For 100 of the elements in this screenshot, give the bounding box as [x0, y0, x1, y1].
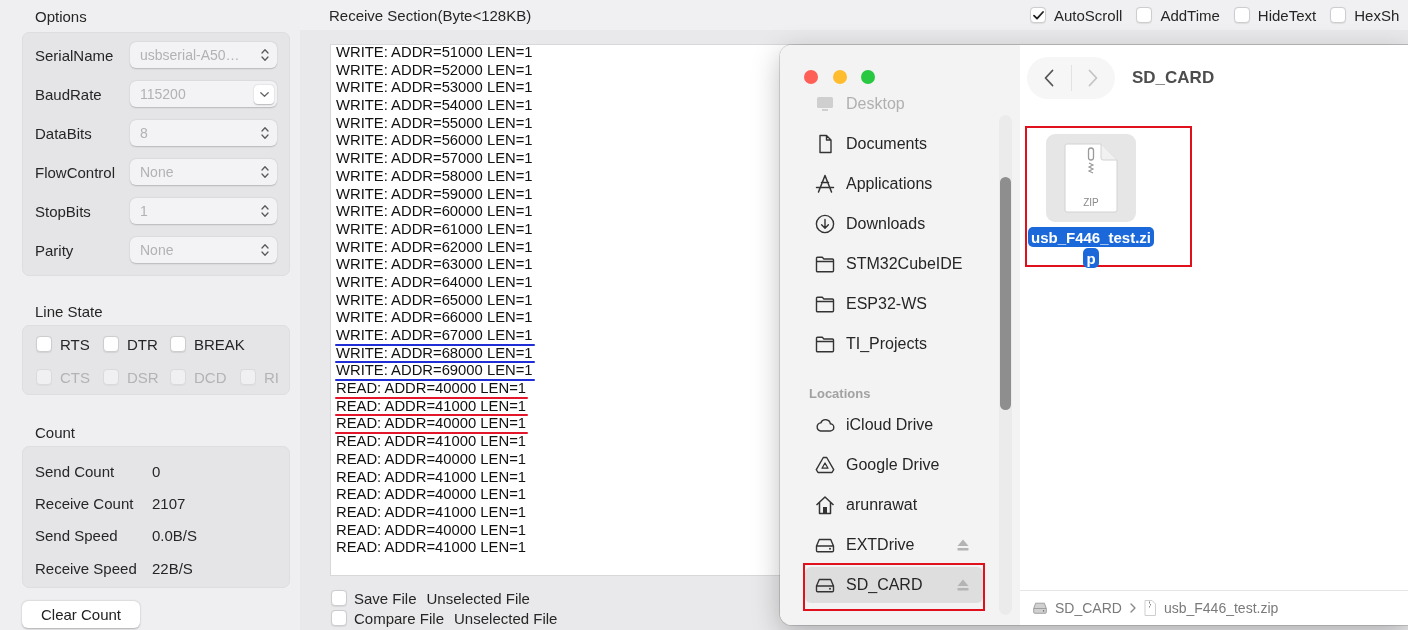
- log-line: READ: ADDR=40000 LEN=1: [336, 522, 526, 539]
- log-line: WRITE: ADDR=55000 LEN=1: [336, 115, 533, 132]
- file-status: Unselected File: [426, 589, 530, 607]
- updown-chevron-icon: [261, 204, 269, 218]
- checkbox[interactable]: [1030, 7, 1046, 23]
- section-title: Count: [35, 423, 77, 443]
- zip-file-icon: [1143, 600, 1156, 616]
- sidebar-item[interactable]: STM32CubeIDE: [805, 246, 983, 282]
- section-title: Options: [35, 7, 88, 27]
- updown-chevron-icon: [261, 243, 269, 257]
- scrollbar-thumb[interactable]: [1000, 177, 1011, 410]
- download-icon: [815, 214, 835, 234]
- log-line: READ: ADDR=41000 LEN=1: [336, 540, 526, 556]
- sidebar-item[interactable]: EXTDrive: [805, 527, 983, 563]
- log-line: WRITE: ADDR=68000 LEN=1: [336, 345, 533, 362]
- sidebar-item[interactable]: Documents: [805, 126, 983, 162]
- field-label: StopBits: [35, 202, 92, 220]
- count-value: 0.0B/S: [152, 527, 198, 545]
- log-line: READ: ADDR=40000 LEN=1: [336, 451, 526, 468]
- file-status: Unselected File: [454, 609, 558, 627]
- log-line: READ: ADDR=40000 LEN=1: [336, 381, 526, 397]
- display-icon: [815, 94, 835, 114]
- log-line: READ: ADDR=41000 LEN=1: [336, 434, 526, 450]
- log-line: WRITE: ADDR=62000 LEN=1: [336, 239, 533, 256]
- scrollbar-track[interactable]: [999, 115, 1012, 615]
- log-line: WRITE: ADDR=54000 LEN=1: [336, 98, 533, 114]
- updown-chevron-icon: [261, 165, 269, 179]
- checkbox-label: Compare File: [354, 609, 445, 627]
- sidebar-item[interactable]: ESP32-WS: [805, 286, 983, 322]
- log-line: WRITE: ADDR=56000 LEN=1: [336, 133, 533, 150]
- path-segment[interactable]: SD_CARD: [1033, 600, 1122, 616]
- sidebar-item[interactable]: SD_CARD: [805, 567, 983, 603]
- checkbox[interactable]: [103, 336, 119, 352]
- log-line: WRITE: ADDR=64000 LEN=1: [336, 274, 533, 291]
- count-label: Send Speed: [35, 527, 119, 545]
- checkmark-icon: [1032, 10, 1044, 20]
- log-line: WRITE: ADDR=69000 LEN=1: [336, 363, 533, 380]
- sidebar-item[interactable]: Downloads: [805, 206, 983, 242]
- count-label: Send Count: [35, 462, 116, 480]
- count-value: 22B/S: [152, 559, 193, 577]
- checkbox[interactable]: [36, 336, 52, 352]
- log-line: WRITE: ADDR=65000 LEN=1: [336, 292, 533, 309]
- log-line: WRITE: ADDR=60000 LEN=1: [336, 204, 533, 220]
- chevron-left-icon: [1043, 69, 1054, 87]
- eject-icon[interactable]: [957, 539, 969, 551]
- log-line: READ: ADDR=41000 LEN=1: [336, 398, 526, 415]
- minimize-button-icon[interactable]: [832, 70, 847, 84]
- count-label: Receive Count: [35, 494, 135, 512]
- sidebar-item[interactable]: Applications: [805, 166, 983, 202]
- sidebar-item[interactable]: iCloud Drive: [805, 407, 983, 443]
- field-label: SerialName: [35, 46, 115, 64]
- log-line: WRITE: ADDR=66000 LEN=1: [336, 310, 533, 326]
- checkbox[interactable]: [331, 590, 347, 606]
- folder-title: SD_CARD: [1132, 68, 1215, 88]
- close-button-icon[interactable]: [804, 70, 818, 84]
- zip-file-icon[interactable]: ZIP: [1046, 134, 1136, 222]
- triangle-icon: [815, 455, 835, 475]
- checkbox-label: AddTime: [1160, 6, 1220, 24]
- field-label: DataBits: [35, 124, 93, 142]
- sidebar-item[interactable]: Google Drive: [805, 447, 983, 483]
- checkbox-label: DTR: [127, 335, 158, 353]
- section-title: Line State: [35, 302, 104, 322]
- log-line: READ: ADDR=41000 LEN=1: [336, 504, 526, 521]
- log-line: READ: ADDR=41000 LEN=1: [336, 469, 526, 486]
- checkbox-label: AutoScroll: [1054, 6, 1123, 24]
- sidebar-section-header: Locations: [809, 385, 872, 403]
- eject-icon[interactable]: [957, 579, 969, 591]
- log-line: WRITE: ADDR=59000 LEN=1: [336, 186, 533, 203]
- checkbox-label: HexSh: [1354, 6, 1400, 24]
- house-icon: [815, 495, 835, 515]
- checkbox[interactable]: [1330, 7, 1347, 23]
- field-label: Parity: [35, 241, 75, 259]
- sidebar-item[interactable]: TI_Projects: [805, 326, 983, 362]
- chevron-down-icon: [259, 91, 269, 97]
- file-name[interactable]: usb_F446_test.zip: [1027, 226, 1155, 268]
- log-line: READ: ADDR=40000 LEN=1: [336, 416, 526, 433]
- field-label: FlowControl: [35, 163, 117, 181]
- checkbox[interactable]: [331, 610, 347, 626]
- checkbox-label: HideText: [1257, 6, 1317, 24]
- checkbox[interactable]: [170, 336, 186, 352]
- path-segment[interactable]: usb_F446_test.zip: [1143, 600, 1279, 616]
- sidebar-item[interactable]: arunrawat: [805, 487, 983, 523]
- zoom-button-icon[interactable]: [861, 70, 875, 84]
- count-value: 0: [152, 462, 161, 480]
- checkbox[interactable]: [1136, 7, 1153, 23]
- checkbox[interactable]: [1233, 7, 1250, 23]
- log-line: WRITE: ADDR=57000 LEN=1: [336, 151, 533, 167]
- clear-count-button[interactable]: Clear Count: [22, 601, 140, 628]
- count-label: Receive Speed: [35, 559, 138, 577]
- log-line: WRITE: ADDR=53000 LEN=1: [336, 80, 533, 97]
- log-line: WRITE: ADDR=61000 LEN=1: [336, 221, 533, 238]
- drive-icon: [1033, 602, 1047, 614]
- log-line: WRITE: ADDR=58000 LEN=1: [336, 168, 533, 185]
- checkbox-label: Save File: [354, 589, 417, 607]
- chevron-right-icon: [1088, 69, 1099, 87]
- folder-icon: [815, 294, 835, 314]
- updown-chevron-icon: [261, 48, 269, 62]
- log-line: WRITE: ADDR=52000 LEN=1: [336, 62, 533, 79]
- folder-icon: [815, 254, 835, 274]
- checkbox-label: RTS: [60, 335, 90, 353]
